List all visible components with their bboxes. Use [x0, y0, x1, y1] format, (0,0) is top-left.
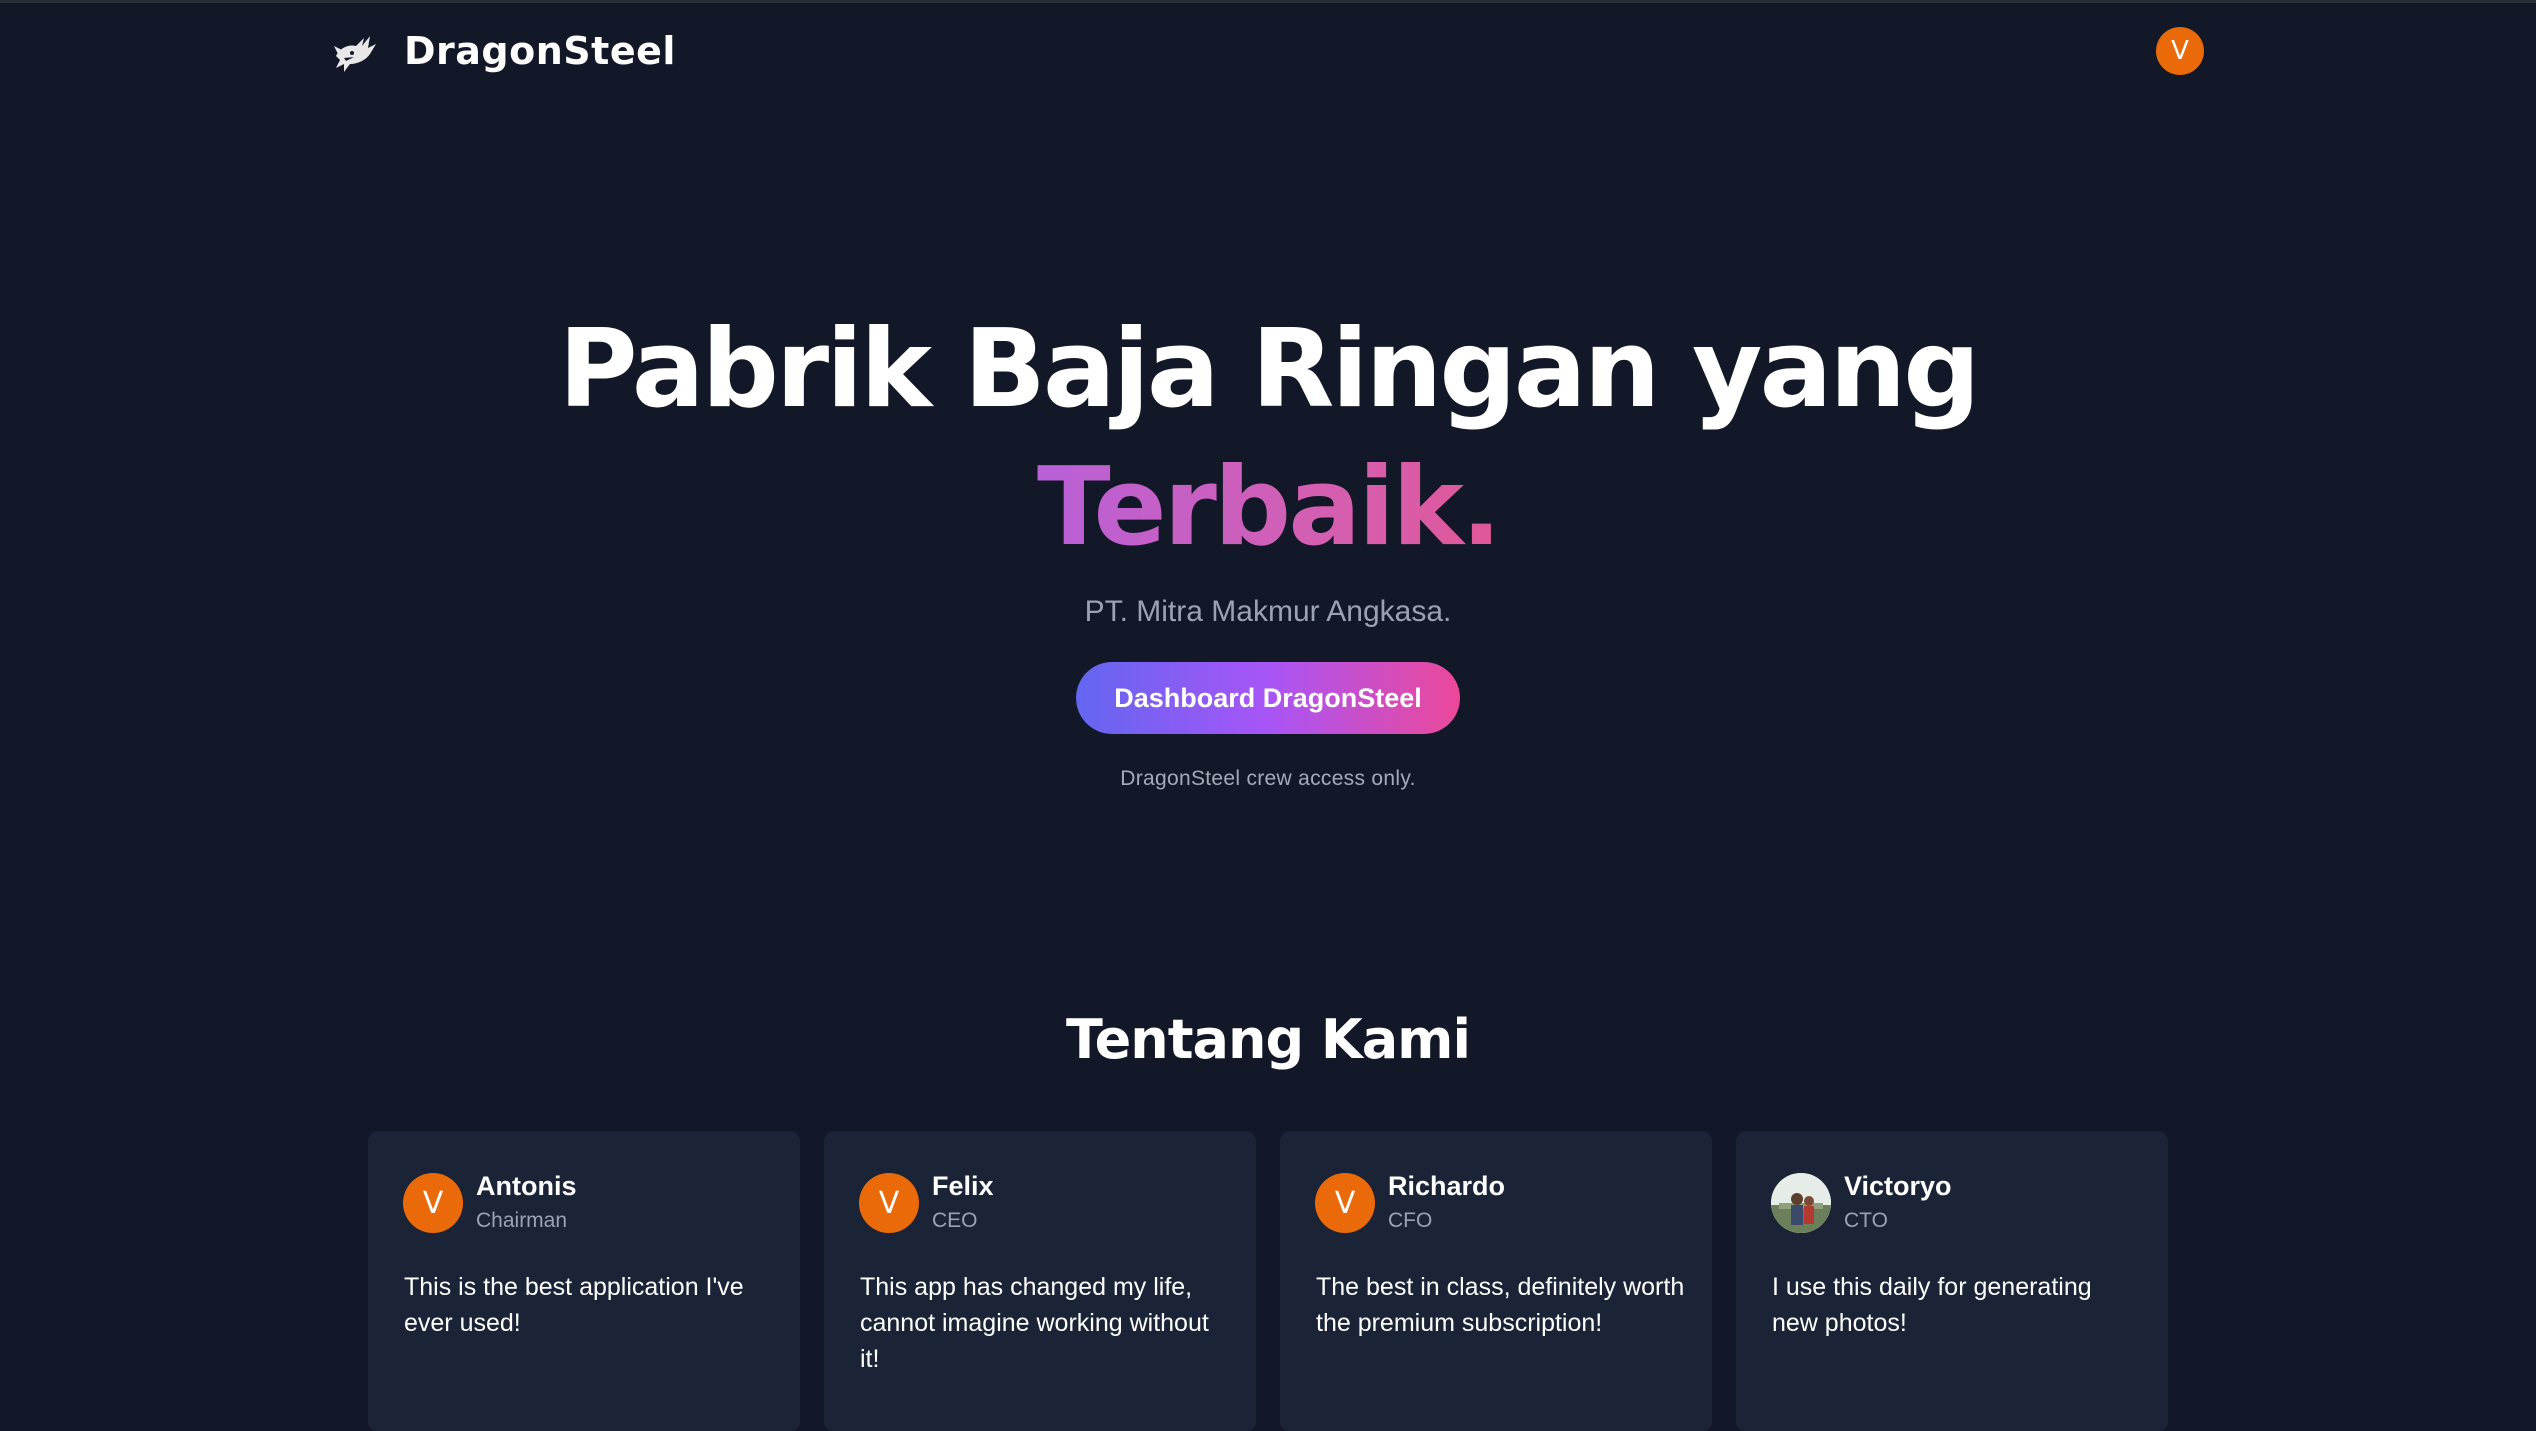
site-header: DragonSteel V — [0, 0, 2536, 104]
testimonial-card: V Felix CEO This app has changed my life… — [824, 1131, 1256, 1431]
person-role: CTO — [1844, 1209, 1888, 1232]
testimonial-text: The best in class, definitely worth the … — [1316, 1273, 1685, 1337]
person-role: Chairman — [476, 1209, 568, 1232]
hero-title: Pabrik Baja Ringan yang — [558, 307, 1980, 432]
section-title: Tentang Kami — [1066, 1008, 1471, 1071]
testimonial-text: I use this daily for generating new phot… — [1772, 1273, 2092, 1337]
testimonial-card: V Antonis Chairman This is the best appl… — [368, 1131, 800, 1431]
hero-subtitle: PT. Mitra Makmur Angkasa. — [1084, 595, 1452, 628]
avatar: V — [403, 1173, 463, 1233]
person-name: Felix — [932, 1171, 994, 1201]
access-note: DragonSteel crew access only. — [1120, 767, 1416, 790]
brand-name[interactable]: DragonSteel — [404, 27, 676, 75]
dragon-icon[interactable] — [330, 26, 380, 76]
person-role: CEO — [932, 1209, 978, 1232]
avatar-photo — [1771, 1173, 1831, 1233]
testimonial-card: Victoryo CTO I use this daily for genera… — [1736, 1131, 2168, 1431]
person-name: Antonis — [476, 1171, 577, 1201]
testimonial-text: This app has changed my life, cannot ima… — [860, 1273, 1209, 1373]
dashboard-button[interactable]: Dashboard DragonSteel — [1076, 662, 1460, 734]
testimonial-text: This is the best application I've ever u… — [404, 1273, 744, 1337]
person-name: Richardo — [1388, 1171, 1506, 1201]
user-avatar[interactable]: V — [2156, 27, 2204, 75]
testimonial-card: V Richardo CFO The best in class, defini… — [1280, 1131, 1712, 1431]
hero-title-accent-line: Terbaik. — [0, 438, 2536, 578]
avatar: V — [859, 1173, 919, 1233]
person-role: CFO — [1388, 1209, 1433, 1232]
hero-title-accent: Terbaik. — [1037, 445, 1502, 570]
person-name: Victoryo — [1844, 1171, 1952, 1201]
avatar: V — [1315, 1173, 1375, 1233]
